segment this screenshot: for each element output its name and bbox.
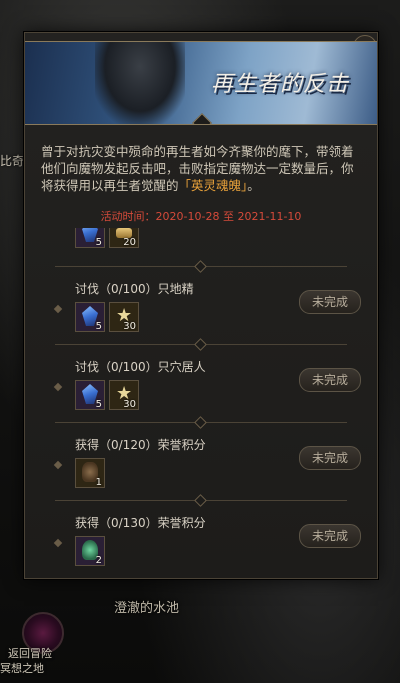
reward-qty: 1 xyxy=(95,477,102,488)
status-button[interactable]: 未完成 xyxy=(299,446,361,470)
reward-slot[interactable]: 1 xyxy=(75,458,105,488)
task-title: 获得（0/130）荣誉积分 xyxy=(75,516,206,530)
reward-slot[interactable]: 20 xyxy=(109,228,139,248)
reward-slot[interactable]: 5 xyxy=(75,380,105,410)
reward-qty: 5 xyxy=(95,321,102,332)
task-list[interactable]: 5 20 讨伐（0/100）只地精 5 ★ 30 未完成 讨伐（0/100）只穴… xyxy=(25,228,377,575)
reward-slot[interactable]: 5 xyxy=(75,228,105,248)
task-title: 讨伐（0/100）只穴居人 xyxy=(75,360,206,374)
bg-pool-label: 澄澈的水池 xyxy=(114,601,180,616)
event-description: 曾于对抗灾变中殒命的再生者如今齐聚你的麾下，带领着他们向魔物发起反击吧，击败指定… xyxy=(41,143,361,194)
return-adventure-label[interactable]: 返回冒险 xyxy=(8,645,52,661)
status-button[interactable]: 未完成 xyxy=(299,290,361,314)
activity-time: 活动时间：2020-10-28 至 2021-11-10 xyxy=(100,210,302,223)
side-gem-icon xyxy=(53,304,63,314)
reward-slot[interactable]: ★ 30 xyxy=(109,380,139,410)
bg-location-label: 比奇 xyxy=(0,154,25,168)
task-row: 讨伐（0/100）只穴居人 5 ★ 30 未完成 xyxy=(25,338,377,422)
event-banner: 再生者的反击 xyxy=(25,41,377,125)
description-highlight: 「英灵魂魄」 xyxy=(178,178,248,193)
status-button[interactable]: 未完成 xyxy=(299,524,361,548)
banner-gem-icon xyxy=(192,113,212,124)
reward-qty: 20 xyxy=(123,237,136,248)
status-button[interactable]: 未完成 xyxy=(299,368,361,392)
map-label: 冥想之地 xyxy=(0,662,44,675)
task-title: 讨伐（0/100）只地精 xyxy=(75,282,194,296)
reward-qty: 30 xyxy=(123,321,136,332)
reward-qty: 30 xyxy=(123,399,136,410)
hooded-hero-image xyxy=(95,42,185,124)
description-suffix: 。 xyxy=(247,178,260,193)
task-row: 讨伐（0/100）只地精 5 ★ 30 未完成 xyxy=(25,260,377,344)
reward-qty: 5 xyxy=(95,237,102,248)
task-row: 获得（0/120）荣誉积分 1 未完成 xyxy=(25,416,377,500)
task-row: 获得（0/130）荣誉积分 2 未完成 xyxy=(25,494,377,575)
side-gem-icon xyxy=(53,538,63,548)
side-gem-icon xyxy=(53,460,63,470)
reward-slot[interactable]: 2 xyxy=(75,536,105,566)
divider-gem-icon xyxy=(194,260,207,273)
side-gem-icon xyxy=(53,382,63,392)
task-row: 5 20 xyxy=(25,228,377,260)
reward-qty: 2 xyxy=(95,555,102,566)
event-dialog: 再生者的反击 曾于对抗灾变中殒命的再生者如今齐聚你的麾下，带领着他们向魔物发起反… xyxy=(24,32,378,579)
reward-qty: 5 xyxy=(95,399,102,410)
banner-title: 再生者的反击 xyxy=(210,72,349,97)
reward-slot[interactable]: ★ 30 xyxy=(109,302,139,332)
reward-slot[interactable]: 5 xyxy=(75,302,105,332)
task-title: 获得（0/120）荣誉积分 xyxy=(75,438,206,452)
